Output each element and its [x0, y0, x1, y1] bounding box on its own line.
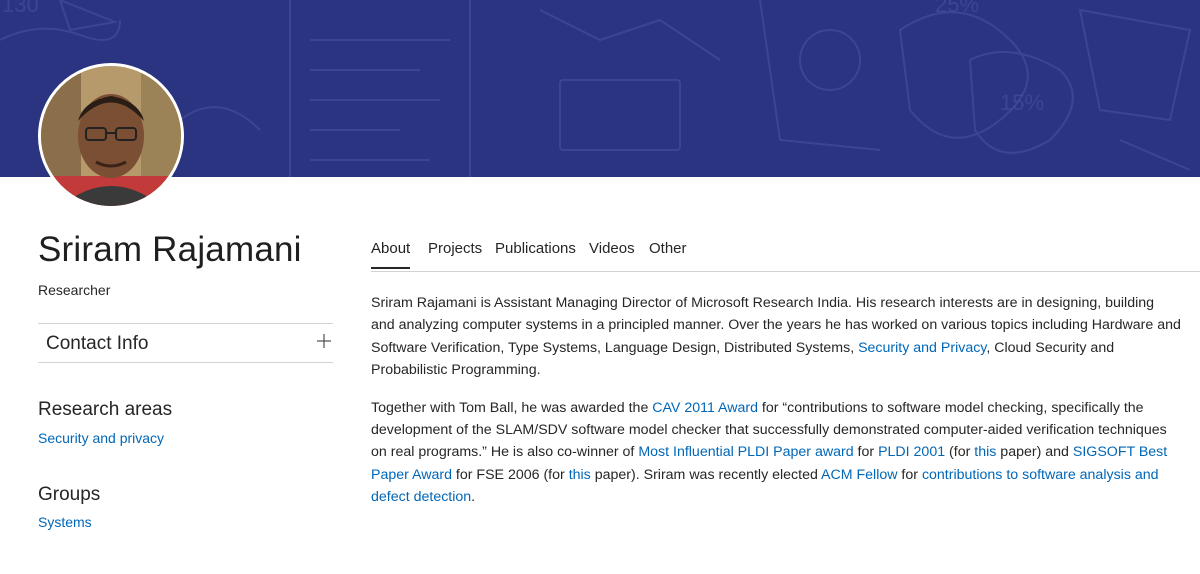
link-this-paper-pldi[interactable]: this: [974, 444, 996, 460]
profile-role: Researcher: [38, 282, 111, 298]
tab-other[interactable]: Other: [649, 240, 687, 269]
about-paragraph-1: Sriram Rajamani is Assistant Managing Di…: [371, 292, 1181, 382]
tab-projects[interactable]: Projects: [428, 240, 482, 269]
about-p2-text-6: for FSE 2006 (for: [451, 466, 569, 483]
about-p2-text-3: for: [853, 444, 879, 461]
research-areas-heading: Research areas: [38, 399, 173, 420]
about-content: Sriram Rajamani is Assistant Managing Di…: [371, 292, 1181, 524]
tab-publications[interactable]: Publications: [495, 240, 576, 269]
about-p2-text-9: .: [471, 489, 476, 506]
about-p2-text-7: paper). Sriram was recently elected: [590, 466, 822, 483]
link-most-influential-pldi[interactable]: Most Influential PLDI Paper award: [638, 444, 853, 460]
link-security-and-privacy[interactable]: Security and Privacy: [858, 340, 986, 356]
contact-info-toggle[interactable]: Contact Info: [38, 323, 333, 363]
about-p2-text-4: (for: [945, 444, 975, 461]
group-link-systems[interactable]: Systems: [38, 514, 92, 530]
tab-about[interactable]: About: [371, 240, 411, 269]
link-pldi-2001[interactable]: PLDI 2001: [878, 444, 945, 460]
contact-info-label: Contact Info: [46, 333, 149, 354]
tab-videos[interactable]: Videos: [589, 240, 635, 269]
banner-label-15: 15%: [1000, 90, 1044, 115]
plus-icon: [317, 334, 331, 348]
banner-label-25: 25%: [935, 0, 979, 17]
about-p2-text-1: Together with Tom Ball, he was awarded t…: [371, 399, 653, 416]
link-cav-2011-award[interactable]: CAV 2011 Award: [652, 400, 758, 416]
profile-photo: [41, 66, 181, 206]
profile-avatar: [38, 63, 184, 209]
groups-heading: Groups: [38, 484, 101, 505]
research-area-link-security[interactable]: Security and privacy: [38, 430, 164, 446]
link-this-paper-fse[interactable]: this: [569, 467, 591, 483]
profile-tabs: About Projects Publications Videos Other: [371, 230, 1200, 272]
about-p2-text-8: for: [897, 466, 922, 483]
banner-label-130: 130: [2, 0, 39, 17]
about-p2-text-5: paper) and: [996, 444, 1073, 461]
link-acm-fellow[interactable]: ACM Fellow: [821, 467, 897, 483]
profile-name: Sriram Rajamani: [38, 230, 302, 269]
about-paragraph-2: Together with Tom Ball, he was awarded t…: [371, 397, 1181, 509]
